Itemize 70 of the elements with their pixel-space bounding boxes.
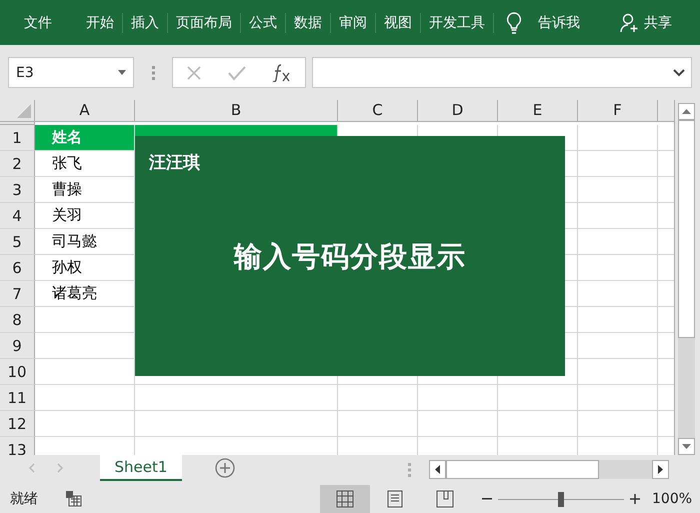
row-header[interactable]: 7 xyxy=(0,281,35,307)
function-icon[interactable] xyxy=(272,64,292,82)
row-header[interactable]: 1 xyxy=(0,125,35,151)
triangle-down-icon xyxy=(682,444,691,449)
row-header[interactable]: 5 xyxy=(0,229,35,255)
ribbon-tab[interactable]: 数据 xyxy=(286,12,331,32)
status-text: 就绪 xyxy=(10,490,38,508)
ribbon-tab[interactable]: 公式 xyxy=(241,12,286,32)
ribbon-tab[interactable]: 视图 xyxy=(376,12,421,32)
column-header[interactable]: D xyxy=(418,100,498,122)
dropdown-caret-icon[interactable] xyxy=(118,70,126,75)
table-cell: 司马懿 xyxy=(35,229,135,255)
column-header[interactable]: E xyxy=(498,100,578,122)
ribbon-tab[interactable]: 页面布局 xyxy=(168,12,241,32)
drag-handle-icon[interactable] xyxy=(152,66,154,80)
view-button[interactable] xyxy=(320,485,370,513)
header-cell: 姓名 xyxy=(35,125,135,151)
zoom-level[interactable]: 100% xyxy=(652,491,692,507)
column-header[interactable]: F xyxy=(578,100,658,122)
scroll-up-button[interactable] xyxy=(678,103,695,120)
row-header[interactable]: 12 xyxy=(0,411,35,437)
triangle-right-icon xyxy=(658,465,663,474)
share-button[interactable]: 共享 xyxy=(620,12,672,32)
ribbon-tab[interactable]: 开始 xyxy=(78,12,123,32)
row-header[interactable]: 9 xyxy=(0,333,35,359)
row-header[interactable]: 13 xyxy=(0,437,35,455)
row-header[interactable]: 3 xyxy=(0,177,35,203)
tell-me-button[interactable]: 告诉我 xyxy=(538,14,580,32)
scroll-thumb[interactable] xyxy=(446,460,599,479)
lightbulb-icon[interactable] xyxy=(506,12,522,34)
page-icon xyxy=(386,490,404,508)
row-header[interactable]: 6 xyxy=(0,255,35,281)
scroll-down-button[interactable] xyxy=(678,438,695,455)
slider-thumb[interactable] xyxy=(558,492,564,506)
sheet-tab[interactable]: Sheet1 xyxy=(100,455,182,481)
ribbon-tab[interactable]: 审阅 xyxy=(331,12,376,32)
zoom-slider[interactable] xyxy=(498,492,624,506)
column-header[interactable]: B xyxy=(135,100,338,122)
scroll-right-button[interactable] xyxy=(652,460,669,479)
triangle-up-icon xyxy=(682,109,691,114)
chevron-down-icon[interactable] xyxy=(673,68,685,76)
table-cell: 孙权 xyxy=(35,255,135,281)
macro-record-icon[interactable] xyxy=(66,491,82,507)
grid-view-icon xyxy=(336,490,354,508)
ribbon-tab[interactable]: 插入 xyxy=(123,12,168,32)
drag-handle-icon[interactable] xyxy=(408,463,411,477)
add-sheet-icon[interactable] xyxy=(215,458,235,478)
row-header[interactable]: 10 xyxy=(0,359,35,385)
row-header[interactable]: 8 xyxy=(0,307,35,333)
table-cell: 曹操 xyxy=(35,177,135,203)
page-break-icon xyxy=(436,490,454,508)
scroll-thumb[interactable] xyxy=(678,120,695,338)
person-add-icon xyxy=(620,12,640,32)
ribbon-tab[interactable]: 文件 xyxy=(12,12,78,32)
ribbon-tab[interactable]: 开发工具 xyxy=(421,12,494,32)
name-box[interactable]: E3 xyxy=(8,57,134,88)
row-header[interactable]: 4 xyxy=(0,203,35,229)
table-cell: 张飞 xyxy=(35,151,135,177)
table-cell: 诸葛亮 xyxy=(35,281,135,307)
row-header[interactable]: 2 xyxy=(0,151,35,177)
zoom-in-icon[interactable] xyxy=(630,494,640,504)
triangle-left-icon xyxy=(435,465,440,474)
row-header[interactable]: 11 xyxy=(0,385,35,411)
column-header[interactable]: A xyxy=(35,100,135,122)
table-cell: 关羽 xyxy=(35,203,135,229)
column-header[interactable]: C xyxy=(338,100,418,122)
checkmark-icon[interactable] xyxy=(228,64,246,80)
author-name: 汪汪琪 xyxy=(149,152,200,174)
scroll-left-button[interactable] xyxy=(429,460,446,479)
banner-headline: 输入号码分段显示 xyxy=(234,239,466,275)
